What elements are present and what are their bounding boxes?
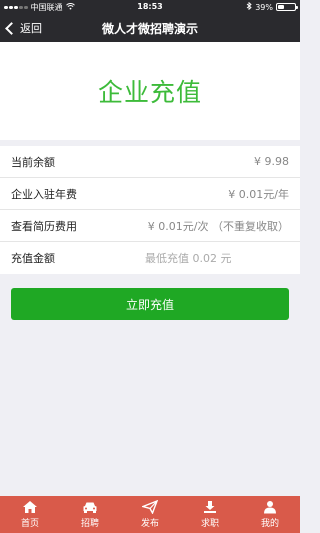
battery-level <box>278 5 285 9</box>
nav-bar: 返回 微人才微招聘演示 <box>0 14 300 42</box>
balance-value: ¥ 9.98 <box>254 155 289 168</box>
download-icon <box>204 501 216 513</box>
tab-publish-label: 发布 <box>140 519 159 529</box>
resume-fee-label: 查看简历费用 <box>11 219 77 233</box>
tab-job-seek[interactable]: 求职 <box>180 496 240 533</box>
tab-recruit[interactable]: 招聘 <box>60 496 120 533</box>
home-icon <box>23 501 37 513</box>
nav-title: 微人才微招聘演示 <box>101 22 198 36</box>
page-title: 企业充值 <box>97 78 202 107</box>
tab-home-label: 首页 <box>20 519 39 529</box>
user-icon <box>264 501 276 514</box>
page-header: 企业充值 <box>0 42 300 140</box>
bottom-tabbar: 首页 招聘 发布 求职 我的 <box>0 496 300 533</box>
recharge-amount-label: 充值金额 <box>11 252 55 265</box>
resume-fee-value: ¥ 0.01元/次 （不重复收取） <box>147 219 289 233</box>
status-right: 39% <box>246 1 298 12</box>
bluetooth-icon <box>246 1 252 12</box>
top-bar: 中国联通 18:53 39% 返回 微人才微招聘演示 <box>0 0 300 42</box>
tab-job-seek-label: 求职 <box>200 519 219 529</box>
recharge-now-button[interactable]: 立即充值 <box>11 288 289 320</box>
tab-mine[interactable]: 我的 <box>240 496 300 533</box>
annual-fee-label: 企业入驻年费 <box>11 187 77 201</box>
annual-fee-row: 企业入驻年费 ¥ 0.01元/年 <box>0 178 300 210</box>
tab-publish[interactable]: 发布 <box>120 496 180 533</box>
tab-home[interactable]: 首页 <box>0 496 60 533</box>
recharge-amount-input[interactable]: 最低充值 0.02 元 <box>145 250 232 266</box>
car-icon <box>83 502 97 513</box>
resume-fee-row: 查看简历费用 ¥ 0.01元/次 （不重复收取） <box>0 210 300 242</box>
battery-percent: 39% <box>255 2 273 12</box>
recharge-info-list: 当前余额 ¥ 9.98 企业入驻年费 ¥ 0.01元/年 查看简历费用 ¥ 0.… <box>0 146 300 274</box>
send-icon <box>142 500 158 514</box>
battery-icon <box>276 3 298 11</box>
status-bar: 中国联通 18:53 39% <box>0 0 300 14</box>
recharge-amount-row[interactable]: 充值金额 最低充值 0.02 元 <box>0 242 300 274</box>
balance-label: 当前余额 <box>11 155 55 169</box>
tab-recruit-label: 招聘 <box>80 519 99 529</box>
balance-row: 当前余额 ¥ 9.98 <box>0 146 300 178</box>
tab-mine-label: 我的 <box>260 519 279 529</box>
annual-fee-value: ¥ 0.01元/年 <box>228 187 289 201</box>
